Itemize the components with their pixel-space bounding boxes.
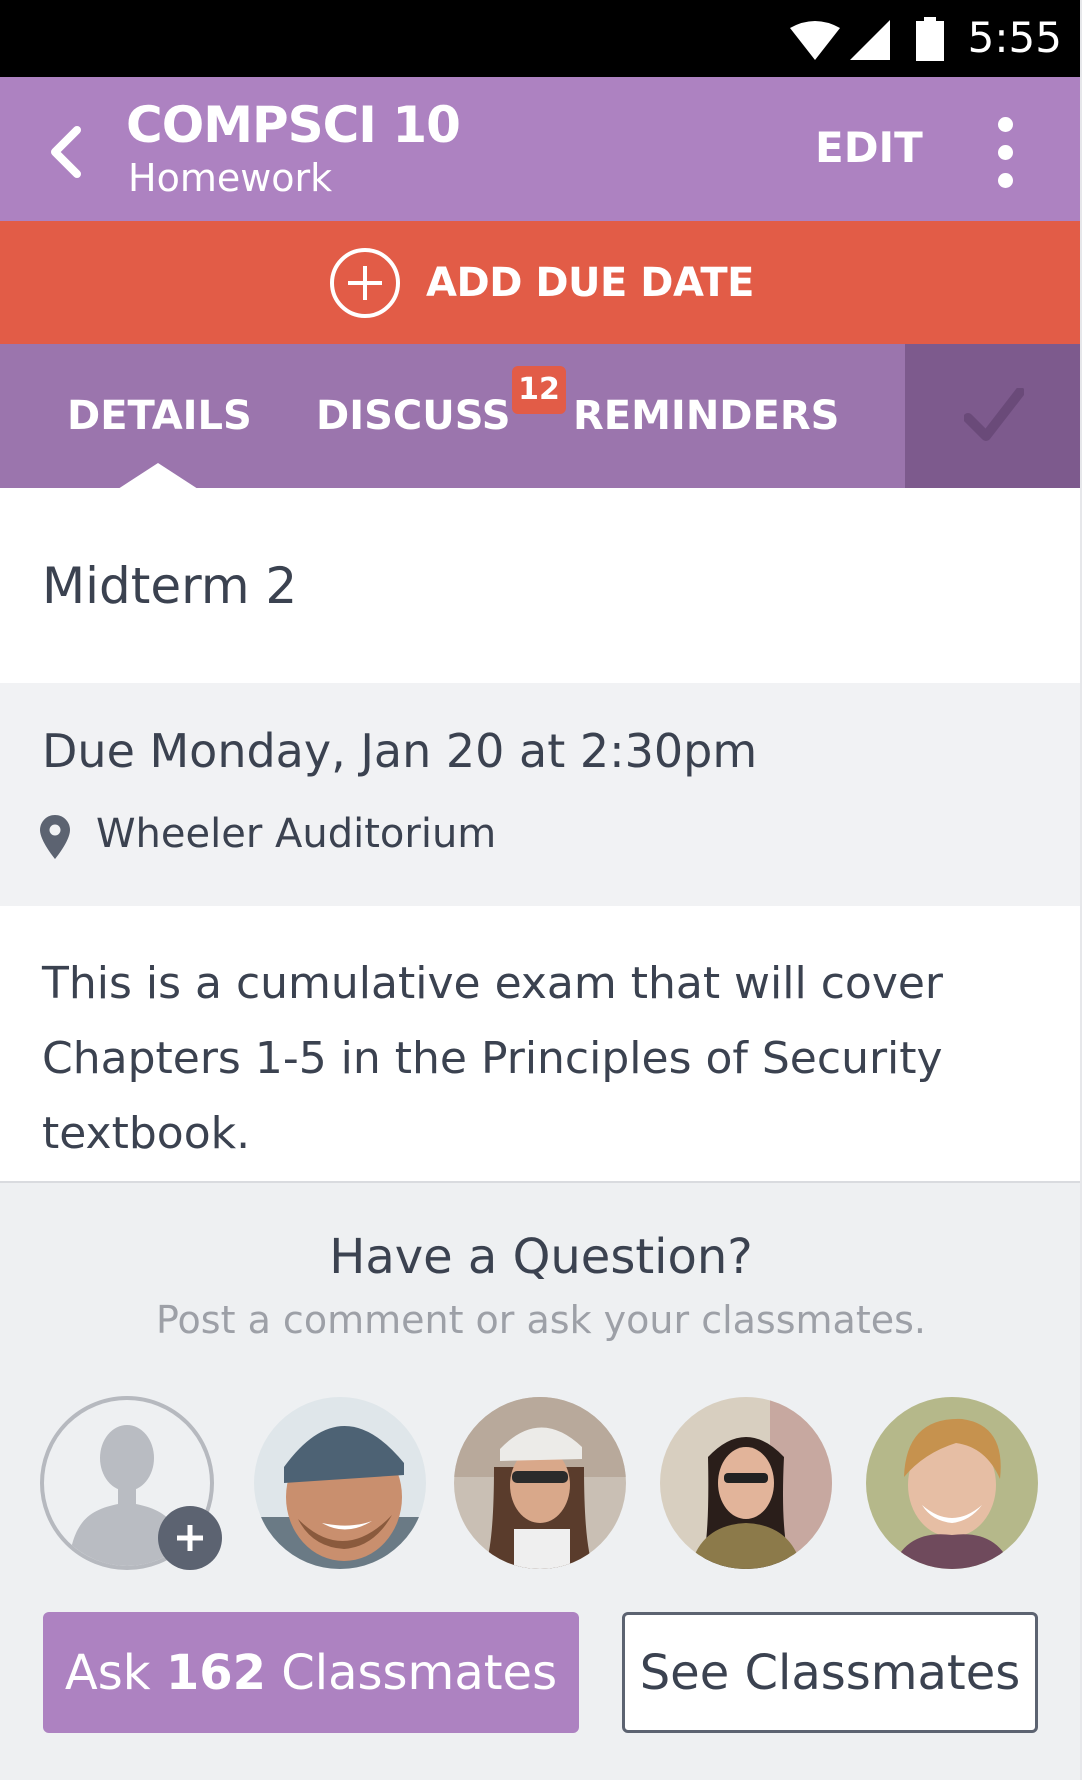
checkmark-icon xyxy=(963,388,1024,441)
ask-classmates-button[interactable]: Ask 162 Classmates xyxy=(43,1612,579,1733)
add-due-date-label: ADD DUE DATE xyxy=(426,259,754,306)
add-due-date-button[interactable]: ADD DUE DATE xyxy=(0,221,1082,344)
app-bar: COMPSCI 10 Homework EDIT xyxy=(0,77,1082,221)
course-title: COMPSCI 10 xyxy=(126,96,461,154)
active-tab-indicator xyxy=(118,463,198,489)
more-dot xyxy=(998,173,1013,188)
classmate-avatar[interactable] xyxy=(454,1397,626,1569)
tab-discuss[interactable]: DISCUSS xyxy=(316,388,511,444)
classmate-count: 162 xyxy=(165,1644,267,1701)
location-text: Wheeler Auditorium xyxy=(96,811,497,857)
tab-details[interactable]: DETAILS xyxy=(67,388,252,444)
due-date-text: Due Monday, Jan 20 at 2:30pm xyxy=(42,724,758,778)
clock: 5:55 xyxy=(967,13,1062,62)
map-pin-icon xyxy=(40,815,70,859)
assignment-title: Midterm 2 xyxy=(42,557,298,615)
description-section: This is a cumulative exam that will cove… xyxy=(0,906,1082,1181)
more-dot xyxy=(998,145,1013,160)
classmate-avatar[interactable] xyxy=(254,1397,426,1569)
add-classmate-button[interactable] xyxy=(158,1506,222,1570)
question-subtitle: Post a comment or ask your classmates. xyxy=(155,1298,926,1342)
classmate-avatar[interactable] xyxy=(866,1397,1038,1569)
assignment-description: This is a cumulative exam that will cove… xyxy=(42,958,944,1159)
question-section: Have a Question? Post a comment or ask y… xyxy=(0,1181,1082,1780)
more-options-button[interactable] xyxy=(975,113,1035,193)
status-bar: 5:55 xyxy=(0,0,1082,77)
more-vertical-icon xyxy=(998,117,1013,132)
mark-done-button[interactable] xyxy=(905,344,1082,488)
tab-reminders[interactable]: REMINDERS xyxy=(573,388,839,444)
due-info-section: Due Monday, Jan 20 at 2:30pm Wheeler Aud… xyxy=(0,683,1082,906)
discuss-count-badge: 12 xyxy=(512,366,566,414)
course-subtitle: Homework xyxy=(128,156,333,200)
plus-icon xyxy=(177,1525,203,1551)
tab-bar: DETAILS DISCUSS 12 REMINDERS xyxy=(0,344,1082,489)
ask-prefix: Ask xyxy=(64,1644,166,1701)
wifi-icon xyxy=(790,21,840,60)
classmate-avatar[interactable] xyxy=(660,1397,832,1569)
plus-circle-icon xyxy=(330,247,401,318)
signal-icon xyxy=(850,20,890,60)
battery-icon xyxy=(916,17,944,61)
ask-suffix: Classmates xyxy=(266,1644,558,1701)
assignment-title-section: Midterm 2 xyxy=(0,488,1082,683)
chevron-left-icon xyxy=(51,126,81,178)
question-title: Have a Question? xyxy=(329,1229,753,1285)
back-button[interactable] xyxy=(30,107,100,197)
edit-button[interactable]: EDIT xyxy=(815,121,923,175)
see-classmates-button[interactable]: See Classmates xyxy=(622,1612,1038,1733)
